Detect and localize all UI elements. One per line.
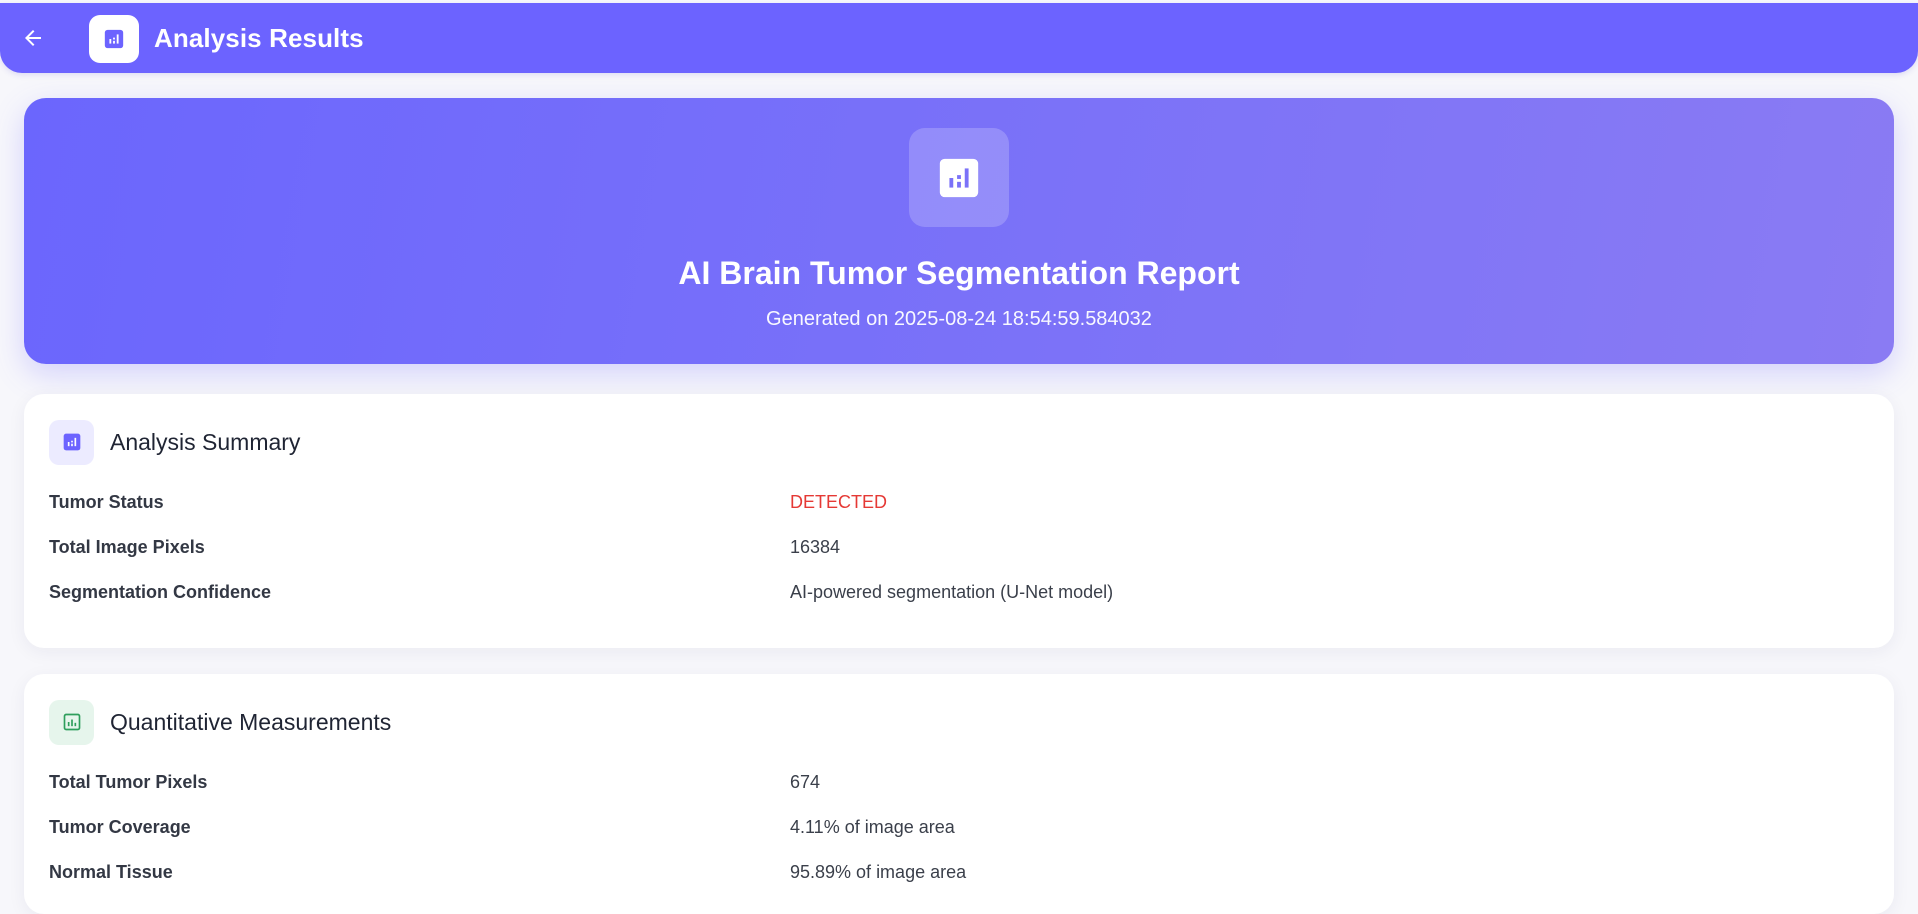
row-label: Segmentation Confidence [49,581,272,602]
row-label: Total Tumor Pixels [49,771,208,792]
report-header-banner: AI Brain Tumor Segmentation Report Gener… [24,98,1894,364]
row-label: Normal Tissue [49,861,173,882]
arrow-left-icon [25,30,41,46]
analysis-summary-card: Analysis Summary Tumor Status DETECTED T… [24,394,1894,648]
card-title: Quantitative Measurements [110,708,392,735]
summary-icon-badge [49,419,94,465]
page-title: Analysis Results [154,23,364,53]
summary-row-confidence: Segmentation Confidence AI-powered segme… [49,577,1869,607]
analytics-icon [63,713,80,731]
row-value: 4.11% of image area [790,816,955,837]
app-logo [89,15,139,63]
bar-chart-icon [63,433,80,451]
bar-chart-icon [939,158,979,197]
row-value: 95.89% of image area [790,861,967,882]
row-label: Total Image Pixels [49,536,205,557]
quant-row-normal-tissue: Normal Tissue 95.89% of image area [49,857,1869,887]
back-button[interactable] [18,23,48,53]
row-value: 674 [790,771,821,792]
summary-row-total-pixels: Total Image Pixels 16384 [49,532,1869,562]
bar-chart-icon [104,29,124,49]
report-icon-container [909,128,1009,227]
tumor-status-value: DETECTED [790,491,888,512]
row-value: 16384 [790,536,841,557]
card-header: Quantitative Measurements [49,699,391,745]
report-generated-date: Generated on 2025-08-24 18:54:59.584032 [766,308,1152,330]
row-value: AI-powered segmentation (U-Net model) [790,581,1114,602]
quant-icon-badge [49,699,94,745]
quant-row-tumor-pixels: Total Tumor Pixels 674 [49,767,1869,797]
report-title: AI Brain Tumor Segmentation Report [678,255,1240,291]
quantitative-measurements-card: Quantitative Measurements Total Tumor Pi… [24,674,1894,914]
card-header: Analysis Summary [49,419,300,465]
row-label: Tumor Coverage [49,816,191,837]
row-label: Tumor Status [49,491,164,512]
summary-row-tumor-status: Tumor Status DETECTED [49,487,1869,517]
card-title: Analysis Summary [110,428,301,455]
app-bar: Analysis Results [0,3,1918,73]
quant-row-tumor-coverage: Tumor Coverage 4.11% of image area [49,812,1869,842]
